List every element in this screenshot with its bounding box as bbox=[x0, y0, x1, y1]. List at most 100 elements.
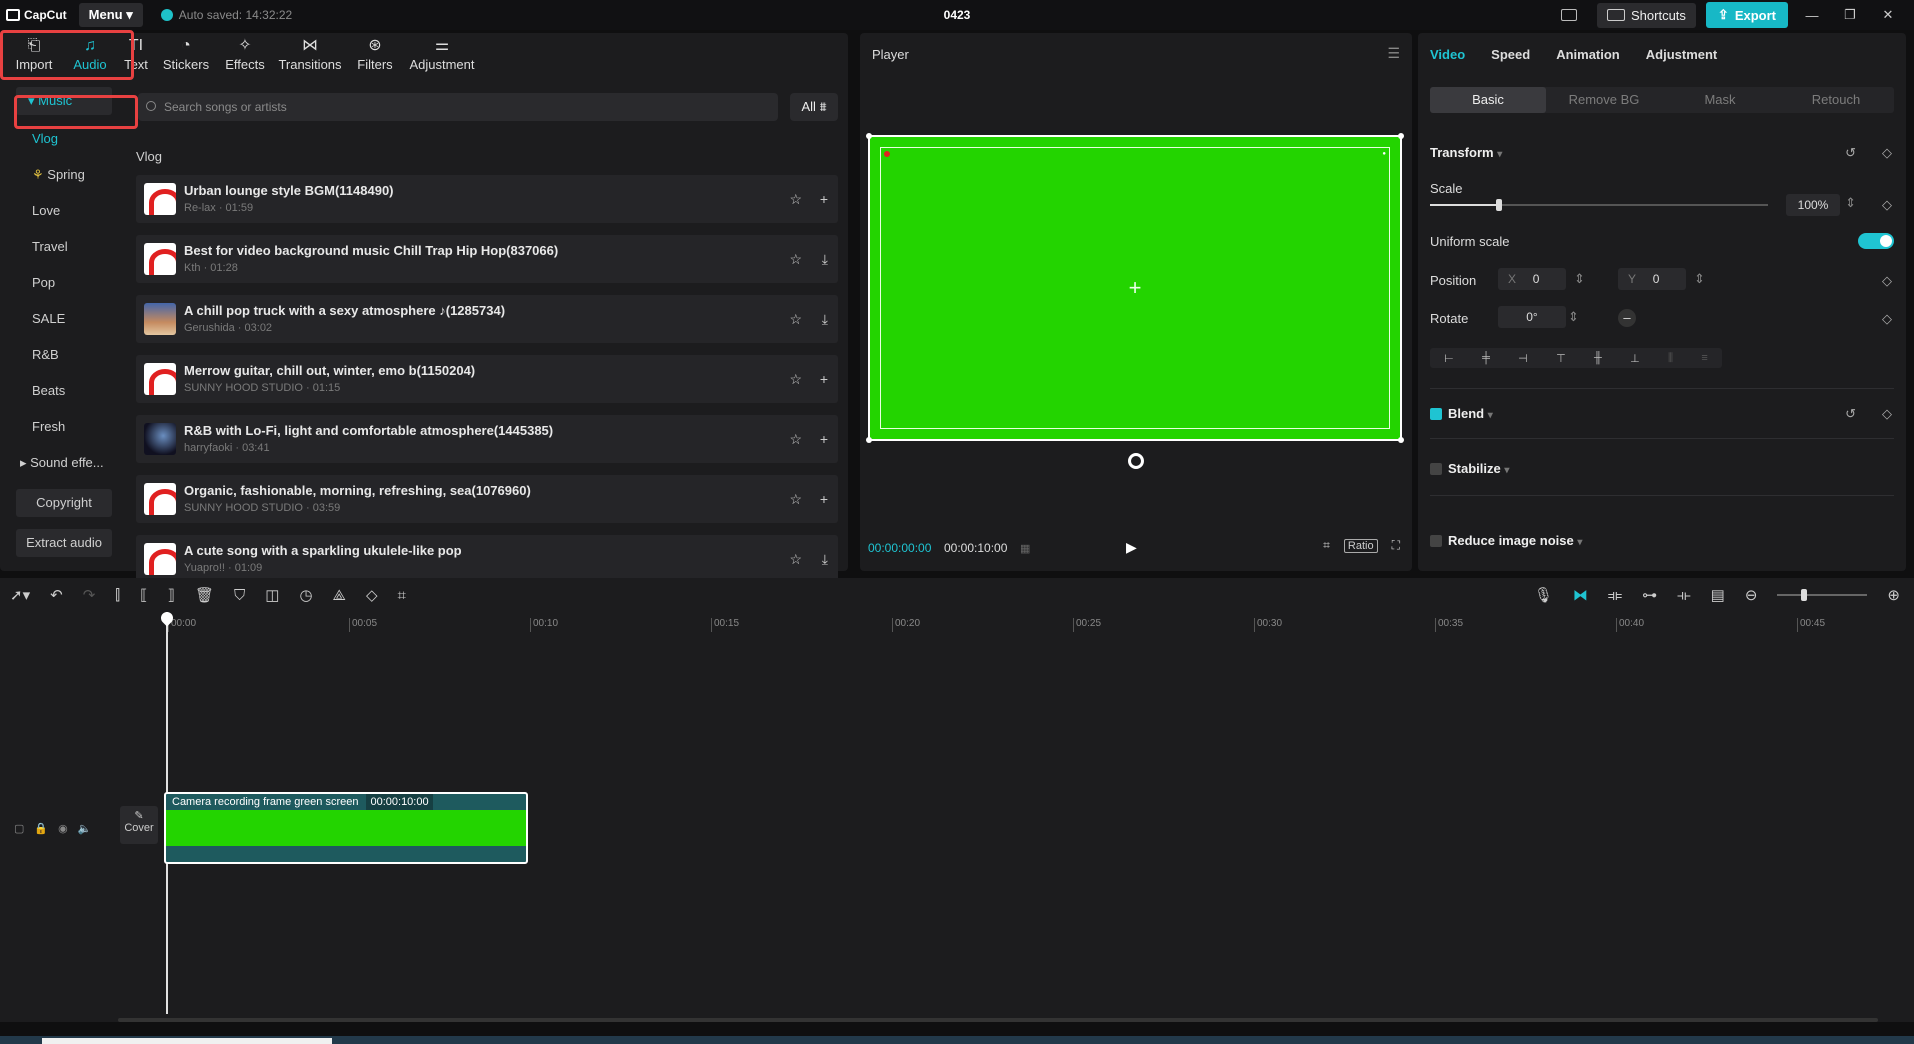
x-stepper[interactable]: ⇕ bbox=[1574, 271, 1585, 287]
ratio-button[interactable]: Ratio bbox=[1343, 538, 1378, 553]
category-music[interactable]: ▾ Music bbox=[16, 87, 112, 115]
favorite-icon[interactable]: ☆ bbox=[789, 551, 802, 568]
align-middle-v-icon[interactable]: ╫ bbox=[1594, 352, 1602, 364]
keyframe-icon[interactable]: ◇ bbox=[1882, 197, 1892, 213]
category-pop[interactable]: Pop bbox=[16, 269, 112, 297]
tab-import[interactable]: ⎗ Import bbox=[6, 33, 62, 77]
linkage-icon[interactable]: ⊶ bbox=[1642, 586, 1657, 604]
align-left-icon[interactable]: ⊢ bbox=[1444, 352, 1454, 365]
resize-handle[interactable] bbox=[1398, 133, 1404, 139]
favorite-icon[interactable]: ☆ bbox=[789, 371, 802, 388]
lock-icon[interactable]: 🔒 bbox=[34, 822, 48, 835]
microphone-icon[interactable]: 🎙 bbox=[1534, 586, 1553, 604]
copyright-button[interactable]: Copyright bbox=[16, 489, 112, 517]
reset-icon[interactable]: ↺ bbox=[1845, 145, 1856, 161]
category-beats[interactable]: Beats bbox=[16, 377, 112, 405]
export-button[interactable]: ⇪ Export bbox=[1705, 2, 1788, 28]
favorite-icon[interactable]: ☆ bbox=[789, 431, 802, 448]
zoom-slider[interactable] bbox=[1777, 589, 1868, 601]
subtab-basic[interactable]: Basic bbox=[1430, 87, 1546, 113]
add-icon[interactable]: + bbox=[820, 491, 828, 507]
transform-section[interactable]: Transform ▾ bbox=[1430, 145, 1502, 160]
cover-button[interactable]: ✎ Cover bbox=[120, 806, 158, 844]
tab-adjustment[interactable]: ⚌ Adjustment bbox=[402, 33, 482, 77]
keyframe-icon[interactable]: ◇ bbox=[1882, 273, 1892, 289]
split-right-icon[interactable]: ⟧ bbox=[168, 586, 175, 604]
download-icon[interactable]: ⤓ bbox=[822, 251, 828, 268]
auto-snap-icon[interactable]: ⟚ bbox=[1608, 587, 1622, 604]
shortcuts-button[interactable]: Shortcuts bbox=[1597, 2, 1696, 28]
subtab-remove-bg[interactable]: Remove BG bbox=[1546, 87, 1662, 113]
eye-icon[interactable]: ◉ bbox=[58, 822, 68, 835]
stabilize-section[interactable]: Stabilize ▾ bbox=[1448, 461, 1509, 476]
undo-icon[interactable]: ↶ bbox=[50, 586, 63, 604]
subtab-mask[interactable]: Mask bbox=[1662, 87, 1778, 113]
speed-icon[interactable]: ◷ bbox=[299, 586, 312, 604]
select-tool-icon[interactable]: ➚▾ bbox=[10, 586, 30, 604]
keyframe-icon[interactable]: ◇ bbox=[1882, 311, 1892, 327]
reduce-noise-checkbox[interactable] bbox=[1430, 535, 1442, 547]
preview-screen[interactable]: ● + bbox=[866, 133, 1404, 443]
y-stepper[interactable]: ⇕ bbox=[1694, 271, 1705, 287]
time-ruler[interactable]: 00:00 00:05 00:10 00:15 00:20 00:25 00:30 00:35… bbox=[120, 614, 1900, 634]
resize-handle[interactable] bbox=[866, 133, 872, 139]
zoom-out-icon[interactable]: ⊖ bbox=[1745, 586, 1758, 604]
zoom-in-icon[interactable]: ⊕ bbox=[1887, 586, 1900, 604]
stabilize-checkbox[interactable] bbox=[1430, 463, 1442, 475]
redo-icon[interactable]: ↷ bbox=[83, 586, 96, 604]
position-y-field[interactable]: Y 0 bbox=[1618, 268, 1686, 290]
category-travel[interactable]: Travel bbox=[16, 233, 112, 261]
tab-audio[interactable]: ♫ Audio bbox=[62, 33, 118, 77]
project-title[interactable]: 0423 bbox=[944, 8, 971, 22]
distribute-v-icon[interactable]: ≡ bbox=[1701, 352, 1707, 364]
favorite-icon[interactable]: ☆ bbox=[789, 191, 802, 208]
search-input[interactable]: Search songs or artists bbox=[138, 93, 778, 121]
align-top-icon[interactable]: ⊤ bbox=[1556, 352, 1566, 365]
download-icon[interactable]: ⤓ bbox=[822, 551, 828, 568]
favorite-icon[interactable]: ☆ bbox=[789, 491, 802, 508]
delete-icon[interactable]: 🗑 bbox=[195, 586, 214, 604]
song-item[interactable]: A cute song with a sparkling ukulele-lik… bbox=[136, 535, 838, 583]
tab-animation[interactable]: Animation bbox=[1556, 47, 1620, 62]
category-sale[interactable]: SALE bbox=[16, 305, 112, 333]
subtab-retouch[interactable]: Retouch bbox=[1778, 87, 1894, 113]
blend-section[interactable]: Blend ▾ bbox=[1448, 406, 1493, 421]
uniform-scale-toggle[interactable] bbox=[1858, 233, 1894, 249]
favorite-icon[interactable]: ☆ bbox=[789, 251, 802, 268]
category-rnb[interactable]: R&B bbox=[16, 341, 112, 369]
slider-knob[interactable] bbox=[1496, 199, 1502, 211]
tab-effects[interactable]: ✧ Effects bbox=[218, 33, 272, 77]
close-icon[interactable]: ✕ bbox=[1874, 7, 1902, 23]
restore-icon[interactable]: ❐ bbox=[1836, 7, 1864, 23]
player-menu-icon[interactable]: ☰ bbox=[1387, 45, 1400, 62]
mirror-icon[interactable]: ⟁ bbox=[333, 587, 346, 604]
tab-text[interactable]: TI Text bbox=[118, 33, 154, 77]
song-item[interactable]: R&B with Lo-Fi, light and comfortable at… bbox=[136, 415, 838, 463]
reset-icon[interactable]: ↺ bbox=[1845, 406, 1856, 422]
snapshot-icon[interactable]: ⌗ bbox=[1323, 538, 1330, 553]
align-right-icon[interactable]: ⊣ bbox=[1518, 352, 1528, 365]
extract-audio-button[interactable]: Extract audio bbox=[16, 529, 112, 557]
category-sound-effects[interactable]: ▸ Sound effe... bbox=[16, 449, 112, 477]
category-spring[interactable]: ⚘ Spring bbox=[16, 161, 112, 189]
song-item[interactable]: Organic, fashionable, morning, refreshin… bbox=[136, 475, 838, 523]
add-icon[interactable]: + bbox=[820, 371, 828, 387]
video-clip[interactable]: Camera recording frame green screen 00:00… bbox=[164, 792, 528, 864]
song-item[interactable]: A chill pop truck with a sexy atmosphere… bbox=[136, 295, 838, 343]
layout-icon[interactable] bbox=[1561, 9, 1577, 21]
add-icon[interactable]: + bbox=[820, 191, 828, 207]
zoom-knob[interactable] bbox=[1801, 589, 1808, 601]
audio-mute-icon[interactable]: 🔈 bbox=[78, 822, 92, 835]
tab-transitions[interactable]: ⋈ Transitions bbox=[272, 33, 348, 77]
scale-value[interactable]: 100% bbox=[1786, 194, 1840, 216]
marker-icon[interactable]: ⛉ bbox=[234, 587, 245, 604]
play-icon[interactable]: ▶ bbox=[1126, 539, 1137, 556]
resize-handle[interactable] bbox=[1398, 437, 1404, 443]
align-center-h-icon[interactable]: ╪ bbox=[1482, 352, 1490, 364]
freeze-icon[interactable]: ◫ bbox=[265, 586, 279, 604]
add-icon[interactable]: + bbox=[820, 431, 828, 447]
scale-stepper[interactable]: ⇕ bbox=[1845, 195, 1856, 211]
category-vlog[interactable]: Vlog bbox=[16, 125, 112, 153]
position-x-field[interactable]: X 0 bbox=[1498, 268, 1566, 290]
tab-stickers[interactable]: ◔ Stickers bbox=[154, 33, 218, 77]
